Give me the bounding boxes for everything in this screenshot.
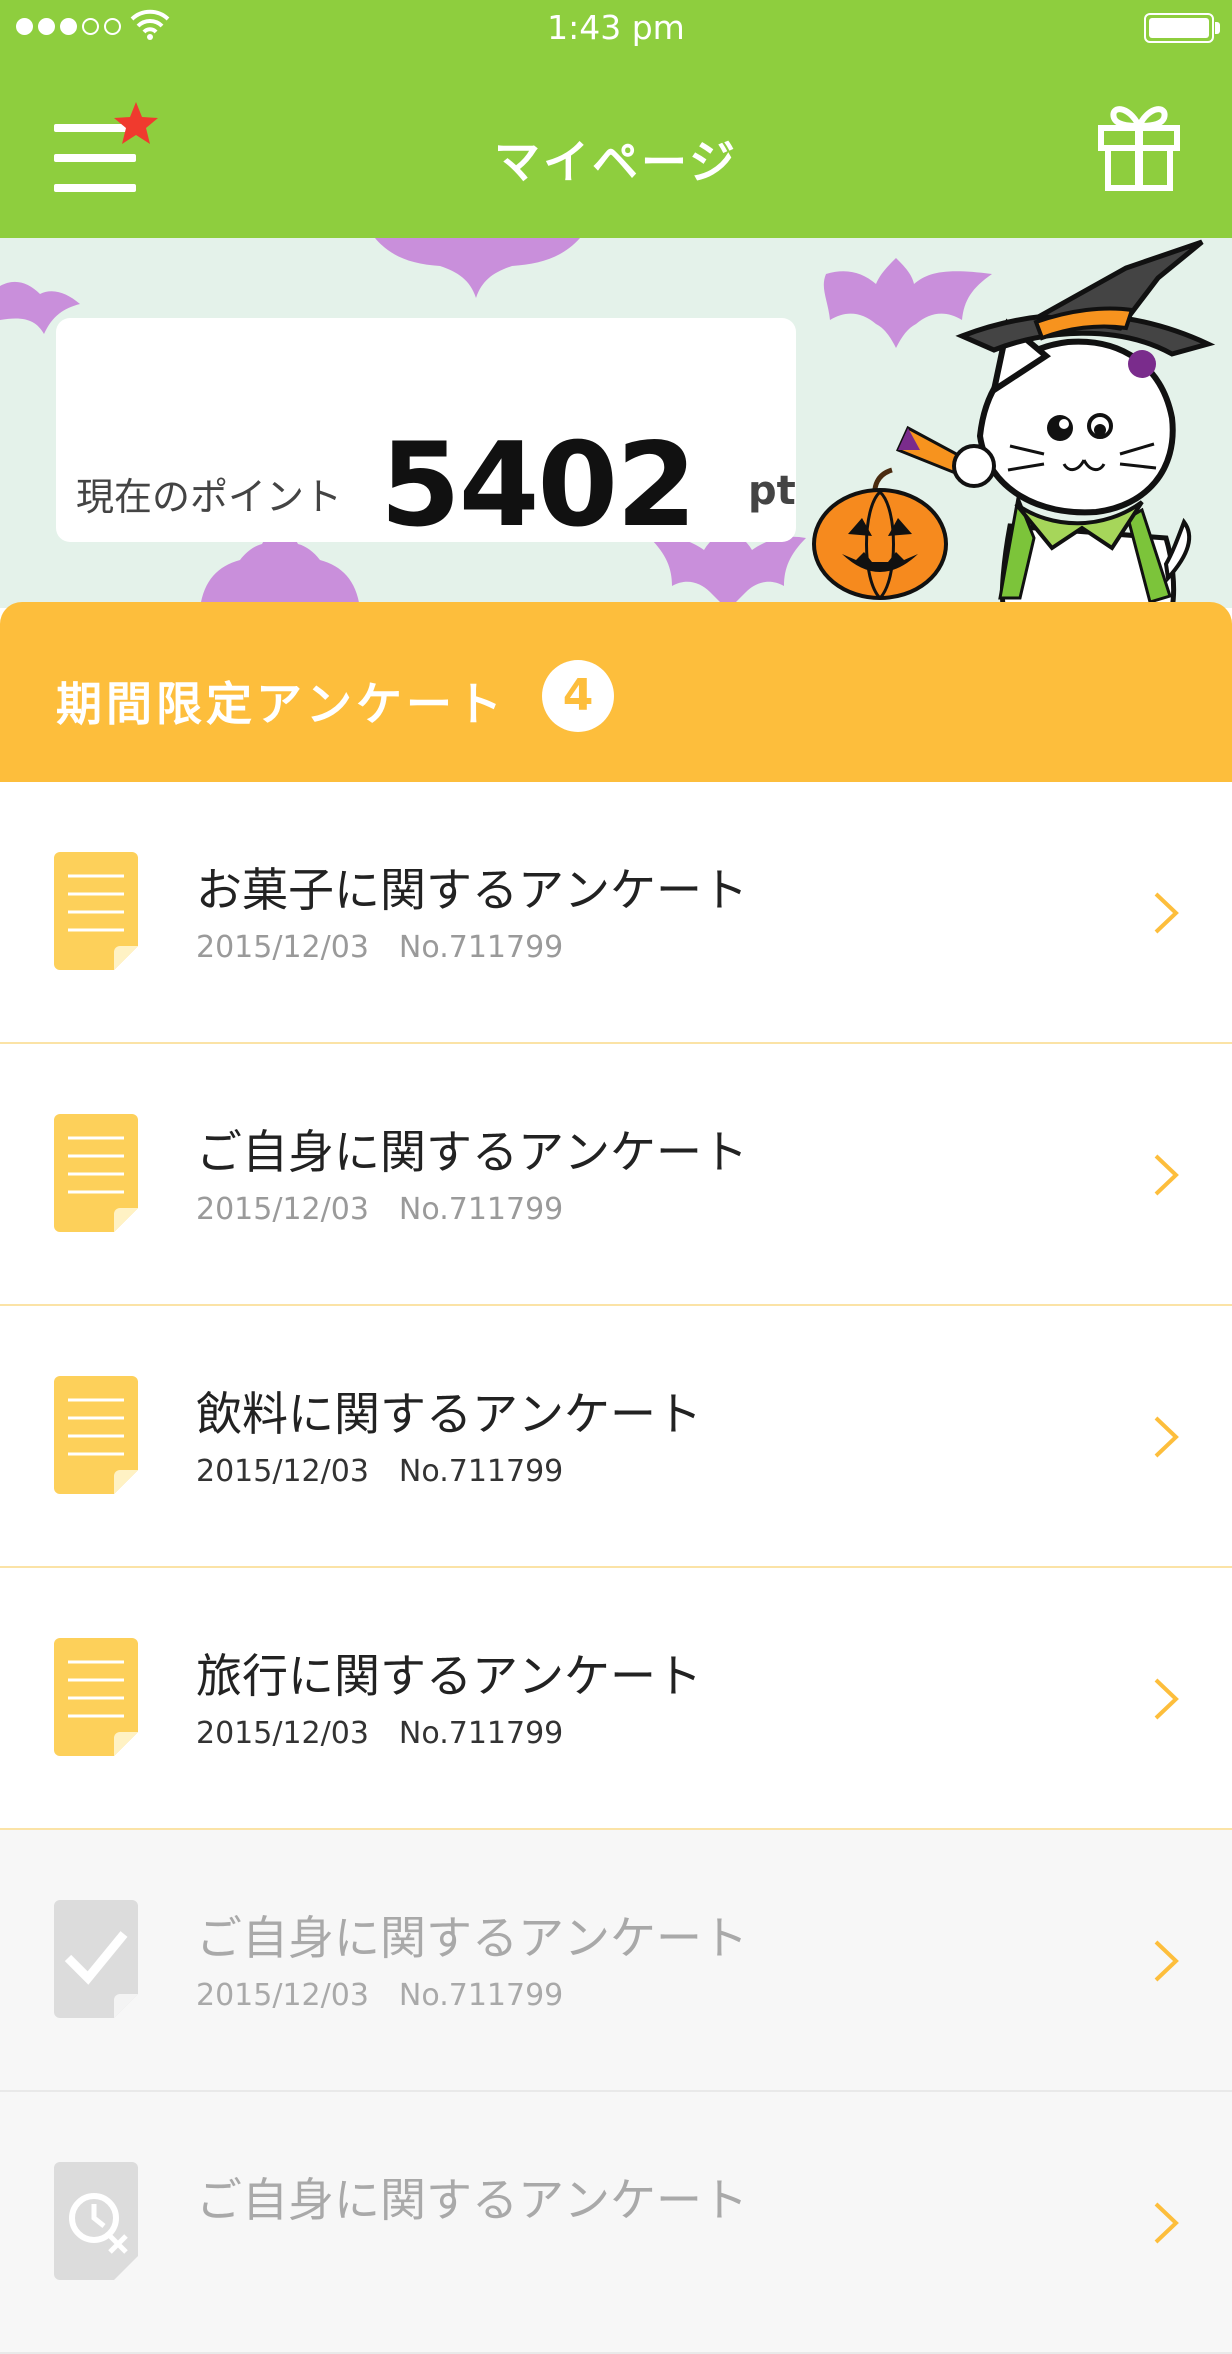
points-unit: pt [748, 468, 796, 514]
points-banner: 現在のポイント 5402 pt [0, 238, 1232, 608]
survey-date: 2015/12/03 [196, 1192, 369, 1227]
document-icon [54, 852, 138, 970]
points-label: 現在のポイント [76, 475, 343, 519]
survey-meta: 2015/12/03 No.711799 [196, 930, 563, 965]
survey-meta: 2015/12/03 No.711799 [196, 1716, 563, 1751]
survey-title: 飲料に関するアンケート [196, 1387, 702, 1441]
chevron-right-icon [1154, 1416, 1179, 1458]
survey-date: 2015/12/03 [196, 930, 369, 965]
survey-meta: 2015/12/03 No.711799 [196, 1978, 563, 2013]
survey-date: 2015/12/03 [196, 1454, 369, 1489]
document-icon [54, 1638, 138, 1756]
checkmark-document-icon [54, 1900, 138, 2018]
points-card: 現在のポイント 5402 pt [56, 318, 796, 553]
chevron-right-icon [1154, 1678, 1179, 1720]
survey-meta: 2015/12/03 No.711799 [196, 1192, 563, 1227]
section-title: 期間限定アンケート [56, 677, 506, 731]
page-title: マイページ [493, 135, 739, 189]
survey-count-badge: 4 [542, 660, 614, 732]
survey-date: 2015/12/03 [196, 1716, 369, 1751]
survey-number: No.711799 [398, 930, 564, 965]
document-icon [54, 1376, 138, 1494]
battery-icon [1144, 13, 1214, 43]
status-bar: 1:43 pm [0, 0, 1232, 58]
document-icon [54, 1114, 138, 1232]
survey-item-expired[interactable]: ご自身に関するアンケート [0, 2092, 1232, 2354]
points-value: 5402 [380, 418, 697, 553]
limited-survey-header: 期間限定アンケート 4 [0, 602, 1232, 782]
clock-document-icon [54, 2162, 138, 2280]
pumpkin-illustration [812, 467, 948, 600]
survey-number: No.711799 [398, 1192, 564, 1227]
survey-list: お菓子に関するアンケート 2015/12/03 No.711799 ご自身に関する… [0, 782, 1232, 2354]
survey-number: No.711799 [398, 1454, 564, 1489]
survey-number: No.711799 [398, 1978, 564, 2013]
survey-item-completed[interactable]: ご自身に関するアンケート 2015/12/03 No.711799 [0, 1830, 1232, 2092]
chevron-right-icon [1154, 1940, 1179, 1982]
survey-item[interactable]: お菓子に関するアンケート 2015/12/03 No.711799 [0, 782, 1232, 1044]
gift-icon[interactable] [1098, 100, 1180, 192]
chevron-right-icon [1154, 2202, 1179, 2244]
survey-item[interactable]: ご自身に関するアンケート 2015/12/03 No.711799 [0, 1044, 1232, 1306]
nav-bar: マイページ [0, 58, 1232, 238]
clock: 1:43 pm [547, 8, 685, 47]
survey-number: No.711799 [398, 1716, 564, 1751]
survey-title: ご自身に関するアンケート [196, 1125, 748, 1179]
survey-item[interactable]: 飲料に関するアンケート 2015/12/03 No.711799 [0, 1306, 1232, 1568]
survey-date: 2015/12/03 [196, 1978, 369, 2013]
survey-item[interactable]: 旅行に関するアンケート 2015/12/03 No.711799 [0, 1568, 1232, 1830]
chevron-right-icon [1154, 892, 1179, 934]
survey-title: ご自身に関するアンケート [196, 1911, 748, 1965]
survey-meta: 2015/12/03 No.711799 [196, 1454, 563, 1489]
survey-title: お菓子に関するアンケート [196, 863, 748, 917]
chevron-right-icon [1154, 1154, 1179, 1196]
survey-title: 旅行に関するアンケート [196, 1649, 702, 1703]
battery-tip [1215, 22, 1220, 34]
survey-title: ご自身に関するアンケート [196, 2173, 748, 2227]
